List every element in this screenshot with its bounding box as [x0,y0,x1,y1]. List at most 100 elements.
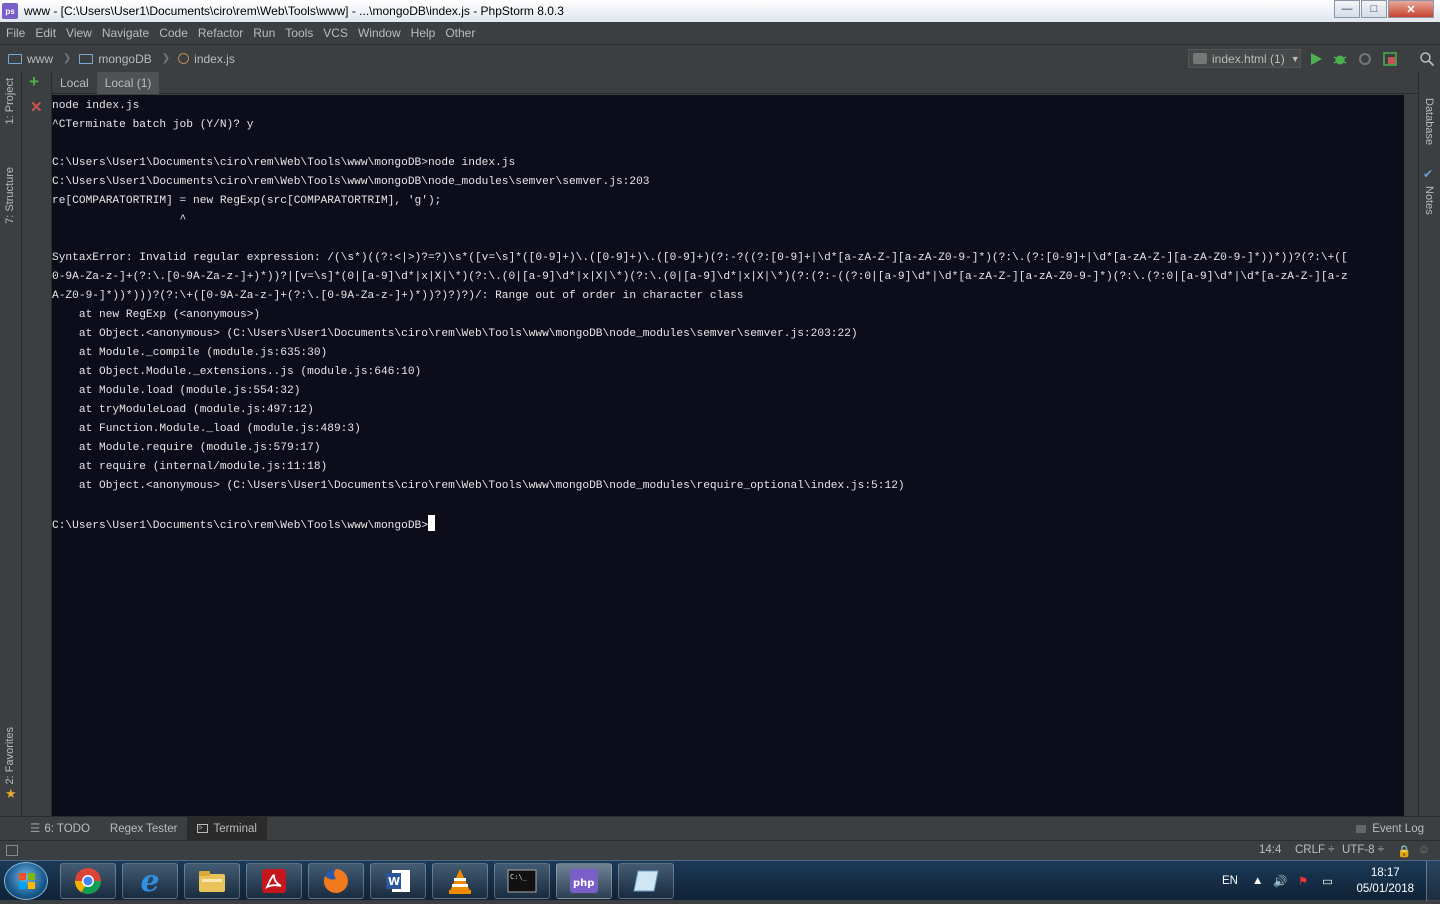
language-indicator[interactable]: EN [1222,861,1238,901]
terminal-prompt-line[interactable]: C:\Users\User1\Documents\ciro\rem\Web\To… [52,515,1404,534]
database-tool-button[interactable]: Database [1423,98,1435,145]
menu-help[interactable]: Help [407,26,440,40]
clock[interactable]: 18:17 05/01/2018 [1356,865,1414,897]
breadcrumb-label: mongoDB [98,51,152,66]
chevron-down-icon: ▼ [1290,53,1300,64]
explorer-icon [199,871,225,892]
acrobat-icon [262,869,286,893]
svg-text:C:\_: C:\_ [510,873,528,881]
terminal-line: SyntaxError: Invalid regular expression:… [52,252,1348,264]
svg-text:W: W [388,875,400,888]
chrome-taskbar-button[interactable] [60,863,116,899]
firefox-taskbar-button[interactable] [308,863,364,899]
start-button[interactable] [4,862,48,900]
explorer-taskbar-button[interactable] [184,863,240,899]
coverage-icon[interactable] [1357,51,1373,67]
project-tool-button[interactable]: 1: Project [4,78,16,124]
terminal-tab[interactable]: > Terminal [187,816,267,841]
window-title-bar: ps www - [C:\Users\User1\Documents\ciro\… [0,0,1440,22]
menu-other[interactable]: Other [441,26,479,40]
notes-app-icon [633,870,659,892]
folder-icon [8,53,22,64]
menu-bar: File Edit View Navigate Code Refactor Ru… [0,22,1440,44]
menu-window[interactable]: Window [354,26,405,40]
clock-time: 18:17 [1370,867,1400,879]
menu-run[interactable]: Run [249,26,279,40]
terminal-scrollbar[interactable] [1404,95,1418,816]
menu-code[interactable]: Code [155,26,192,40]
stop-icon[interactable] [1382,51,1398,67]
breadcrumb-indexjs[interactable]: index.js [178,52,235,66]
cmd-taskbar-button[interactable]: C:\_ [494,863,550,899]
vlc-taskbar-button[interactable] [432,863,488,899]
windows-taskbar: e W C:\_ php EN ▲ 🔊 ⚑ ▭ 18:17 05/01/2018 [0,860,1440,901]
regex-tester-tab[interactable]: Regex Tester [100,817,188,841]
todo-icon: ☰ [30,822,41,835]
breadcrumb-label: www [27,51,53,66]
terminal-line: ^CTerminate batch job (Y/N)? y [52,119,254,131]
search-icon[interactable] [1419,51,1435,67]
event-log-icon [1356,824,1367,833]
run-config-icon [1193,53,1207,64]
clock-date: 05/01/2018 [1356,883,1414,895]
terminal-line: C:\Users\User1\Documents\ciro\rem\Web\To… [52,176,650,188]
terminal-icon: > [197,824,209,833]
run-icon[interactable] [1308,51,1324,67]
terminal-output[interactable]: node index.js ^CTerminate batch job (Y/N)… [52,95,1404,816]
phpstorm-app-icon: ps [2,3,18,19]
show-hidden-icons[interactable]: ▲ [1252,861,1263,901]
run-configuration-select[interactable]: index.html (1) ▼ [1188,49,1301,68]
tab-local[interactable]: Local [52,72,97,94]
notes-tool-button[interactable]: Notes [1423,186,1435,215]
event-log-tab[interactable]: Event Log [1346,817,1434,841]
close-button[interactable]: ✕ [1388,0,1434,18]
close-session-icon[interactable]: ✕ [30,98,43,116]
chrome-icon [74,868,102,895]
menu-edit[interactable]: Edit [31,26,60,40]
network-icon[interactable]: ▭ [1322,861,1333,901]
caret-position[interactable]: 14:4 [1259,844,1281,856]
new-session-icon[interactable]: + [29,72,39,92]
acrobat-taskbar-button[interactable] [246,863,302,899]
maximize-button[interactable]: □ [1361,0,1387,18]
todo-tab[interactable]: ☰ 6: TODO [20,817,100,841]
menu-tools[interactable]: Tools [281,26,317,40]
terminal-prompt: C:\Users\User1\Documents\ciro\rem\Web\To… [52,520,428,532]
word-taskbar-button[interactable]: W [370,863,426,899]
terminal-tool-gutter: + ✕ [22,72,52,816]
debug-icon[interactable] [1332,51,1348,67]
breadcrumb-mongodb[interactable]: mongoDB [79,51,152,66]
notes-app-taskbar-button[interactable] [618,863,674,899]
inspector-icon[interactable]: ☺ [1418,844,1430,856]
menu-file[interactable]: File [2,26,29,40]
minimize-button[interactable]: — [1334,0,1360,18]
menu-view[interactable]: View [62,26,96,40]
volume-icon[interactable]: 🔊 [1273,861,1287,901]
toggle-tool-windows-icon[interactable] [6,845,18,856]
favorites-tool-button[interactable]: 2: Favorites [4,727,16,784]
tab-local-1[interactable]: Local (1) [96,71,160,94]
action-center-icon[interactable]: ⚑ [1298,861,1308,901]
left-tool-strip: 1: Project 7: Structure 2: Favorites ★ [0,72,22,816]
terminal-line: at Function.Module._load (module.js:489:… [52,423,361,435]
lock-icon[interactable]: 🔒 [1397,844,1411,858]
right-tool-strip: Database ✔ Notes [1418,72,1440,816]
breadcrumb-www[interactable]: www [8,52,53,66]
menu-refactor[interactable]: Refactor [194,26,247,40]
show-desktop-button[interactable] [1426,861,1440,901]
menu-navigate[interactable]: Navigate [98,26,153,40]
terminal-line: at Object.<anonymous> (C:\Users\User1\Do… [52,480,905,492]
terminal-line: at Module._compile (module.js:635:30) [52,347,328,359]
terminal-tabs: Local Local (1) [52,71,1418,94]
event-log-label: Event Log [1372,822,1424,835]
menu-vcs[interactable]: VCS [319,26,352,40]
structure-tool-button[interactable]: 7: Structure [4,167,16,224]
star-icon: ★ [5,786,17,801]
breadcrumb-label: index.js [194,51,235,66]
line-separator[interactable]: CRLF ÷ [1295,844,1335,856]
phpstorm-taskbar-button[interactable]: php [556,863,612,899]
terminal-line: at Module.load (module.js:554:32) [52,385,301,397]
file-encoding[interactable]: UTF-8 ÷ [1342,844,1384,856]
ie-taskbar-button[interactable]: e [122,863,178,899]
